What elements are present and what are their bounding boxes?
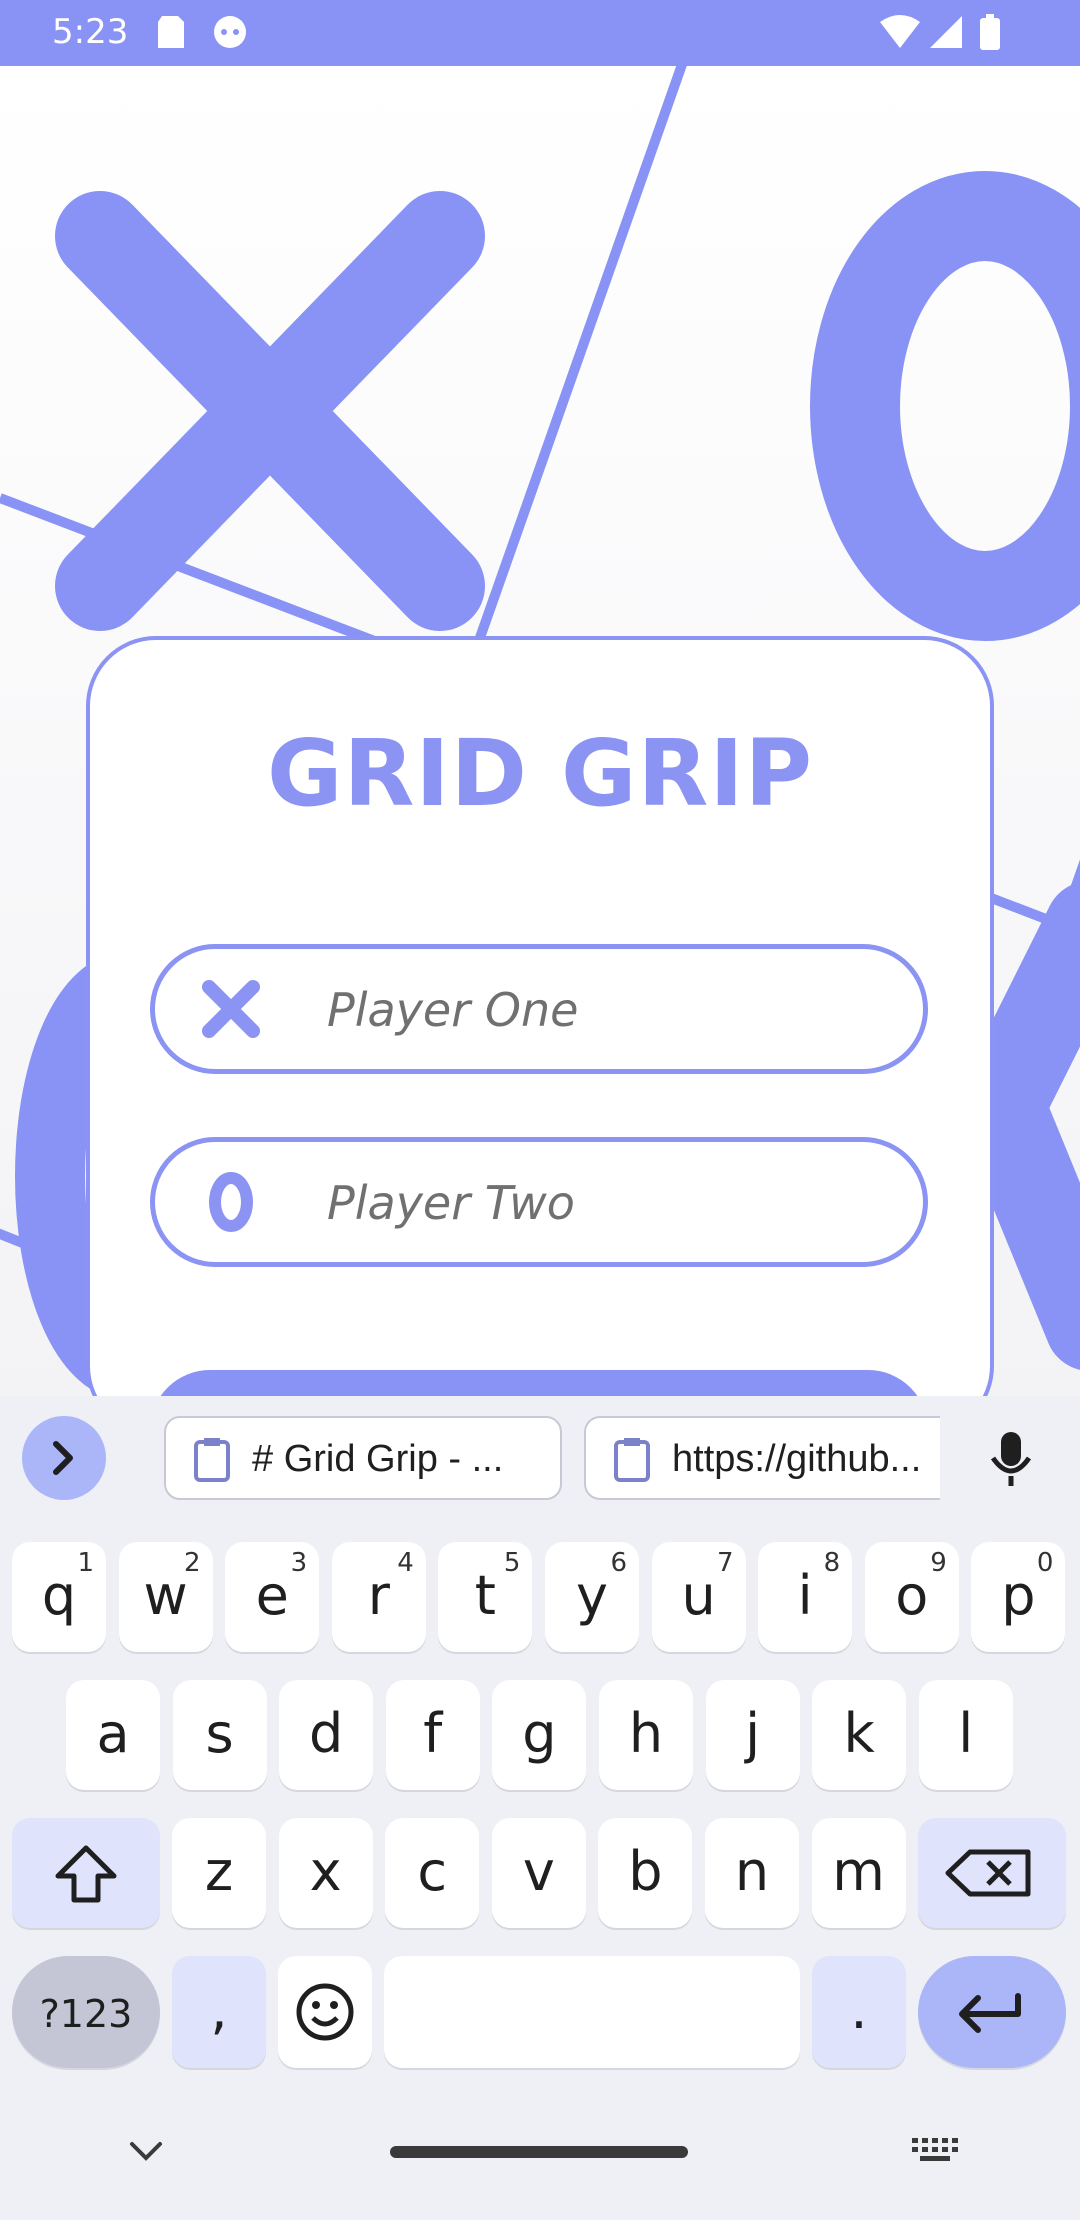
- key-label: z: [204, 1840, 234, 1903]
- key-b[interactable]: b: [598, 1818, 693, 1928]
- key-c[interactable]: c: [385, 1818, 480, 1928]
- key-number-hint: 0: [1036, 1548, 1054, 1578]
- key-label: v: [522, 1840, 555, 1903]
- home-gesture-handle[interactable]: [390, 2146, 688, 2158]
- suggestion-bar: # Grid Grip - ... https://github...: [0, 1396, 1080, 1516]
- key-number-hint: 2: [184, 1548, 201, 1578]
- key-number-hint: 8: [823, 1548, 841, 1578]
- key-f[interactable]: f: [385, 1680, 480, 1790]
- key-label: a: [96, 1702, 130, 1765]
- key-o[interactable]: o9: [864, 1542, 959, 1652]
- key-label: m: [832, 1840, 885, 1903]
- suggestion-text: https://github...: [672, 1438, 922, 1480]
- key-i[interactable]: i8: [758, 1542, 853, 1652]
- key-label: b: [628, 1840, 663, 1903]
- player-setup-card: GRID GRIP: [86, 636, 994, 1490]
- enter-key[interactable]: [918, 1956, 1066, 2068]
- clipboard-icon: [194, 1438, 230, 1482]
- key-label: k: [843, 1702, 875, 1765]
- period-label: .: [850, 1978, 868, 2041]
- hide-keyboard-chevron-icon[interactable]: [126, 2136, 166, 2166]
- key-label: d: [309, 1702, 344, 1765]
- enter-icon: [959, 1993, 1021, 2033]
- key-u[interactable]: u7: [651, 1542, 746, 1652]
- comma-key[interactable]: ,: [172, 1956, 266, 2068]
- key-number-hint: 3: [290, 1548, 308, 1578]
- app-title: GRID GRIP: [267, 720, 813, 827]
- wifi-icon: [880, 15, 920, 48]
- key-v[interactable]: v: [491, 1818, 586, 1928]
- comma-label: ,: [210, 1978, 228, 2041]
- player-two-field[interactable]: [150, 1137, 928, 1267]
- key-p[interactable]: p0: [971, 1542, 1066, 1652]
- key-a[interactable]: a: [66, 1680, 160, 1790]
- keyboard: # Grid Grip - ... https://github... q1w2…: [0, 1396, 1080, 2220]
- space-key[interactable]: [384, 1956, 800, 2068]
- android-debug-icon: [214, 16, 246, 48]
- key-x[interactable]: x: [278, 1818, 373, 1928]
- emoji-icon: [296, 1983, 354, 2041]
- sd-card-icon: [158, 16, 184, 48]
- key-y[interactable]: y6: [545, 1542, 639, 1652]
- period-key[interactable]: .: [812, 1956, 906, 2068]
- symbols-label: ?123: [39, 1992, 133, 2036]
- player-one-input[interactable]: [325, 969, 889, 1051]
- clipboard-suggestion-2[interactable]: https://github...: [584, 1416, 940, 1500]
- key-label: h: [628, 1702, 664, 1765]
- key-s[interactable]: s: [172, 1680, 267, 1790]
- shift-key[interactable]: [12, 1818, 160, 1928]
- backspace-icon: [945, 1849, 1031, 1897]
- key-g[interactable]: g: [492, 1680, 587, 1790]
- key-number-hint: 6: [610, 1548, 627, 1578]
- key-number-hint: 7: [717, 1548, 734, 1578]
- key-number-hint: 4: [397, 1548, 414, 1578]
- status-bar: 5:23: [0, 0, 1080, 66]
- key-r[interactable]: r4: [331, 1542, 426, 1652]
- key-label: c: [417, 1840, 448, 1903]
- player-two-input[interactable]: [325, 1162, 889, 1244]
- backspace-key[interactable]: [918, 1818, 1066, 1928]
- cell-signal-icon: [930, 16, 962, 48]
- key-e[interactable]: e3: [225, 1542, 320, 1652]
- key-l[interactable]: l: [918, 1680, 1013, 1790]
- key-label: l: [958, 1702, 974, 1765]
- key-w[interactable]: w2: [118, 1542, 213, 1652]
- key-label: s: [205, 1702, 234, 1765]
- battery-icon: [980, 14, 1000, 50]
- key-t[interactable]: t5: [438, 1542, 533, 1652]
- key-number-hint: 5: [503, 1548, 521, 1578]
- key-label: n: [734, 1840, 770, 1903]
- symbols-key[interactable]: ?123: [12, 1956, 160, 2068]
- key-label: x: [309, 1840, 342, 1903]
- microphone-icon[interactable]: [990, 1432, 1032, 1488]
- clipboard-link-icon: [614, 1438, 650, 1482]
- key-m[interactable]: m: [811, 1818, 906, 1928]
- key-d[interactable]: d: [279, 1680, 374, 1790]
- key-number-hint: 9: [930, 1548, 947, 1578]
- x-icon: [202, 980, 260, 1038]
- key-label: j: [745, 1702, 761, 1765]
- o-icon: [209, 1172, 253, 1232]
- suggestion-text: # Grid Grip - ...: [252, 1438, 504, 1480]
- key-n[interactable]: n: [705, 1818, 799, 1928]
- key-label: g: [522, 1702, 557, 1765]
- expand-suggestions-button[interactable]: [22, 1416, 106, 1500]
- status-time: 5:23: [52, 12, 129, 52]
- key-number-hint: 1: [77, 1548, 94, 1578]
- key-label: f: [423, 1702, 443, 1765]
- keyboard-switch-icon[interactable]: [910, 2136, 960, 2166]
- key-z[interactable]: z: [172, 1818, 266, 1928]
- shift-icon: [55, 1845, 117, 1903]
- player-one-field[interactable]: [150, 944, 928, 1074]
- key-j[interactable]: j: [705, 1680, 800, 1790]
- clipboard-suggestion-1[interactable]: # Grid Grip - ...: [164, 1416, 562, 1500]
- emoji-key[interactable]: [278, 1956, 372, 2068]
- key-q[interactable]: q1: [12, 1542, 106, 1652]
- chevron-right-icon: [53, 1441, 73, 1475]
- key-k[interactable]: k: [812, 1680, 907, 1790]
- key-h[interactable]: h: [599, 1680, 693, 1790]
